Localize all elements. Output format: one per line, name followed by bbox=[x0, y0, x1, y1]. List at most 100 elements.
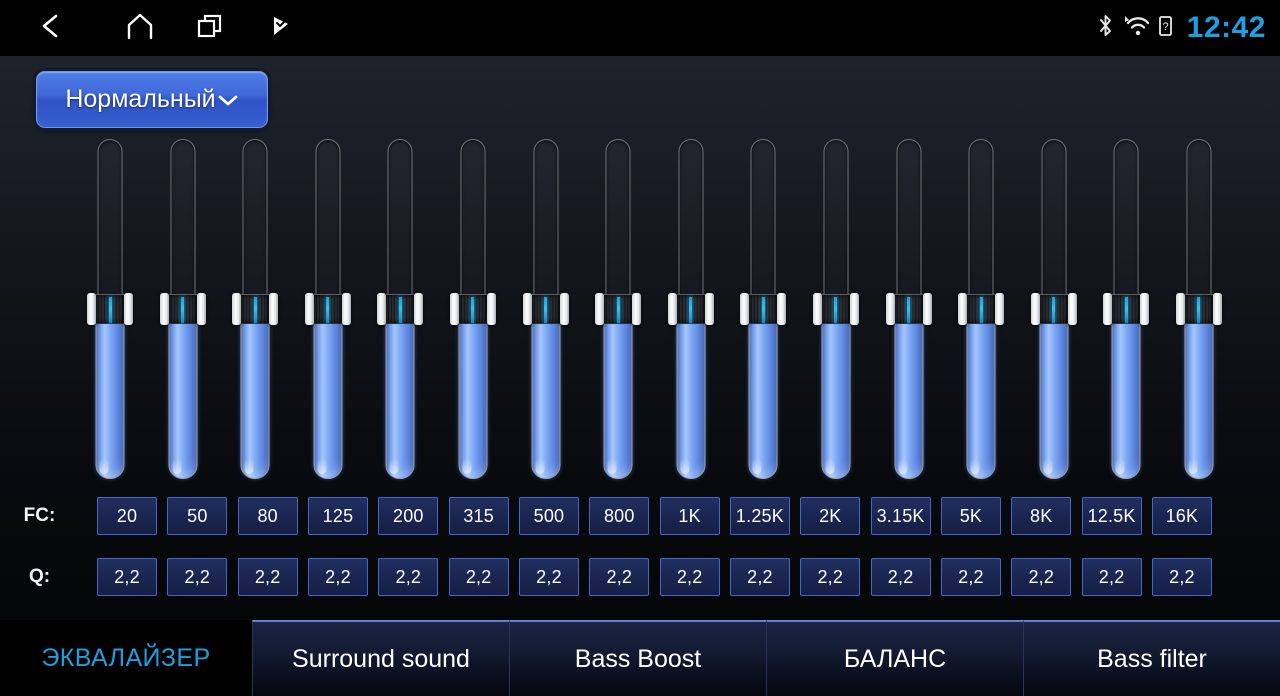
q-cell[interactable]: 2,2 bbox=[589, 558, 650, 596]
eq-slider-20[interactable] bbox=[87, 139, 133, 479]
slider-thumb-cap-right bbox=[632, 293, 642, 325]
q-cell[interactable]: 2,2 bbox=[518, 558, 579, 596]
slider-thumb[interactable] bbox=[958, 293, 1005, 325]
slider-thumb-core bbox=[531, 294, 560, 324]
eq-slider-80[interactable] bbox=[232, 139, 279, 479]
fc-cell[interactable]: 1K bbox=[659, 497, 720, 535]
flag-button[interactable] bbox=[248, 0, 314, 56]
eq-slider-3.15K[interactable] bbox=[885, 139, 932, 479]
tab-bass-boost[interactable]: Bass Boost bbox=[509, 620, 766, 696]
q-cell[interactable]: 2,2 bbox=[97, 558, 157, 596]
slider-thumb-cap-left bbox=[159, 293, 169, 325]
fc-cell[interactable]: 125 bbox=[307, 497, 368, 535]
slider-thumb[interactable] bbox=[812, 293, 859, 325]
fc-cell[interactable]: 50 bbox=[167, 497, 228, 535]
fc-cell[interactable]: 2K bbox=[800, 497, 861, 535]
fc-cell[interactable]: 500 bbox=[518, 497, 579, 535]
eq-slider-2K[interactable] bbox=[812, 139, 859, 479]
preset-dropdown[interactable]: Нормальный bbox=[36, 71, 268, 128]
svg-text:?: ? bbox=[1162, 21, 1168, 33]
eq-slider-8K[interactable] bbox=[1030, 139, 1077, 479]
fc-cell[interactable]: 80 bbox=[237, 497, 298, 535]
fc-cell[interactable]: 1.25K bbox=[729, 497, 790, 535]
fc-cell[interactable]: 800 bbox=[589, 497, 650, 535]
slider-thumb-core bbox=[1184, 294, 1213, 324]
q-cell[interactable]: 2,2 bbox=[237, 558, 298, 596]
q-cell[interactable]: 2,2 bbox=[870, 558, 931, 596]
slider-thumb[interactable] bbox=[595, 293, 642, 325]
slider-thumb[interactable] bbox=[159, 293, 206, 325]
q-cell[interactable]: 2,2 bbox=[940, 558, 1001, 596]
eq-slider-315[interactable] bbox=[449, 139, 496, 479]
eq-slider-800[interactable] bbox=[595, 139, 642, 479]
tab-bass-filter[interactable]: Bass filter bbox=[1023, 620, 1280, 696]
q-cell[interactable]: 2,2 bbox=[1081, 558, 1142, 596]
recents-button[interactable] bbox=[177, 0, 243, 56]
eq-slider-500[interactable] bbox=[522, 139, 569, 479]
fc-cell[interactable]: 5K bbox=[940, 497, 1001, 535]
slider-thumb-cap-left bbox=[812, 293, 822, 325]
sim-card-icon: ? bbox=[1158, 15, 1173, 42]
eq-slider-200[interactable] bbox=[377, 139, 424, 479]
tab-surround-sound[interactable]: Surround sound bbox=[252, 620, 509, 696]
eq-slider-5K[interactable] bbox=[958, 139, 1005, 479]
slider-thumb[interactable] bbox=[1175, 293, 1222, 325]
slider-thumb-core bbox=[676, 294, 705, 324]
back-button[interactable] bbox=[18, 0, 84, 56]
tab-эквалайзер[interactable]: ЭКВАЛАЙЗЕР bbox=[0, 620, 252, 696]
slider-thumb-core bbox=[1112, 294, 1141, 324]
q-cell[interactable]: 2,2 bbox=[167, 558, 228, 596]
q-cell[interactable]: 2,2 bbox=[800, 558, 861, 596]
fc-cell[interactable]: 3.15K bbox=[870, 497, 931, 535]
slider-thumb-cap-right bbox=[1140, 293, 1150, 325]
slider-thumb[interactable] bbox=[740, 293, 787, 325]
fc-cells: 20 50 80 125 200 315 500 800 1K 1.25K 2K 3.15K 5K 8K 1… bbox=[97, 497, 1212, 535]
slider-thumb[interactable] bbox=[304, 293, 351, 325]
eq-slider-12.5K[interactable] bbox=[1103, 139, 1150, 479]
slider-thumb-cap-right bbox=[486, 293, 496, 325]
eq-slider-125[interactable] bbox=[304, 139, 351, 479]
slider-thumb[interactable] bbox=[667, 293, 714, 325]
fc-cell[interactable]: 8K bbox=[1011, 497, 1072, 535]
tab-bar: ЭКВАЛАЙЗЕР Surround sound Bass Boost БАЛАНС… bbox=[0, 620, 1280, 696]
fc-cell[interactable]: 200 bbox=[378, 497, 439, 535]
slider-thumb[interactable] bbox=[377, 293, 424, 325]
slider-thumb-cap-right bbox=[704, 293, 714, 325]
fc-cell[interactable]: 20 bbox=[97, 497, 157, 535]
q-cell[interactable]: 2,2 bbox=[1011, 558, 1072, 596]
q-cell[interactable]: 2,2 bbox=[448, 558, 509, 596]
slider-thumb-cap-right bbox=[269, 293, 279, 325]
slider-thumb[interactable] bbox=[522, 293, 569, 325]
clock: 12:42 bbox=[1186, 11, 1266, 44]
slider-thumb-cap-left bbox=[522, 293, 532, 325]
slider-thumb[interactable] bbox=[1103, 293, 1150, 325]
slider-thumb[interactable] bbox=[449, 293, 496, 325]
fc-cell[interactable]: 12.5K bbox=[1081, 497, 1142, 535]
status-bar: ? 12:42 bbox=[0, 0, 1280, 56]
slider-thumb[interactable] bbox=[885, 293, 932, 325]
slider-thumb-cap-right bbox=[341, 293, 351, 325]
slider-thumb[interactable] bbox=[87, 293, 133, 325]
eq-slider-50[interactable] bbox=[159, 139, 206, 479]
q-cell[interactable]: 2,2 bbox=[729, 558, 790, 596]
home-button[interactable] bbox=[107, 0, 173, 56]
slider-thumb-cap-left bbox=[595, 293, 605, 325]
eq-slider-16K[interactable] bbox=[1175, 139, 1222, 479]
fc-cell[interactable]: 315 bbox=[448, 497, 509, 535]
slider-thumb-core bbox=[168, 294, 197, 324]
slider-thumb-cap-right bbox=[777, 293, 787, 325]
q-cell[interactable]: 2,2 bbox=[1151, 558, 1212, 596]
equalizer-panel: FC: 20 50 80 125 200 315 500 800 1K 1.25K 2K 3.15K 5… bbox=[0, 56, 1280, 620]
fc-cell[interactable]: 16K bbox=[1151, 497, 1212, 535]
tab-баланс[interactable]: БАЛАНС bbox=[766, 620, 1023, 696]
q-cell[interactable]: 2,2 bbox=[659, 558, 720, 596]
fc-row-label: FC: bbox=[23, 505, 56, 526]
slider-thumb[interactable] bbox=[232, 293, 279, 325]
eq-slider-1K[interactable] bbox=[667, 139, 714, 479]
q-cell[interactable]: 2,2 bbox=[378, 558, 439, 596]
q-cell[interactable]: 2,2 bbox=[307, 558, 368, 596]
eq-slider-1.25K[interactable] bbox=[740, 139, 787, 479]
slider-thumb-cap-right bbox=[414, 293, 424, 325]
slider-thumb-cap-right bbox=[124, 293, 133, 325]
slider-thumb[interactable] bbox=[1030, 293, 1077, 325]
